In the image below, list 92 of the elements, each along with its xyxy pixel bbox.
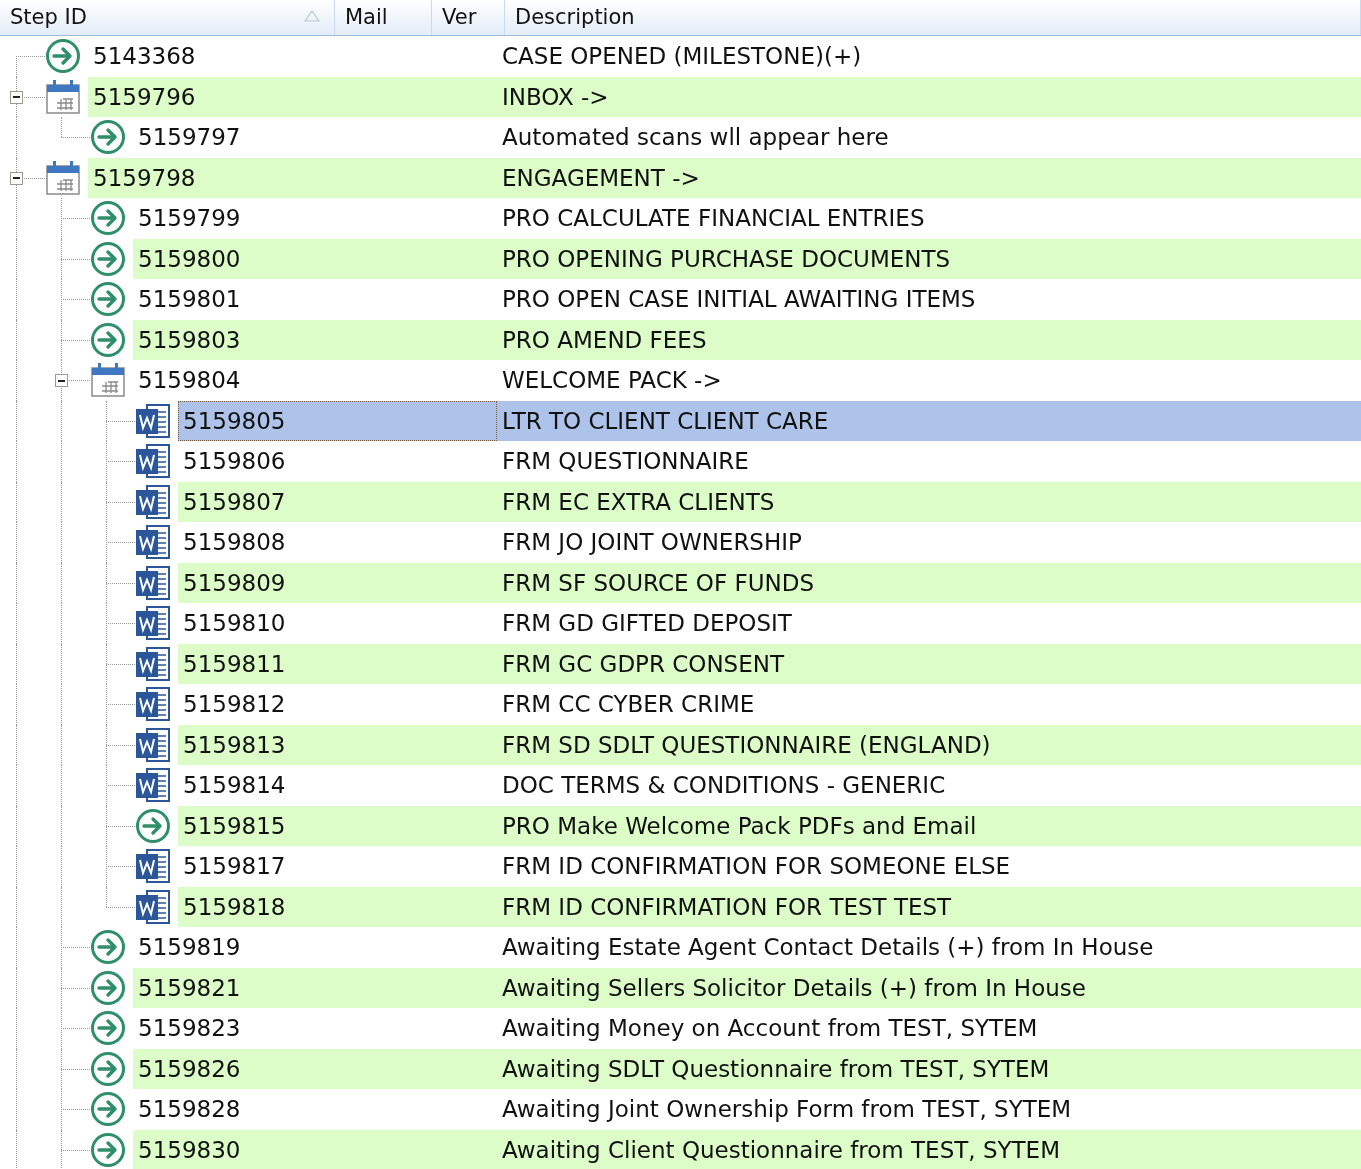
document-icon (135, 605, 171, 642)
calendar-icon (45, 159, 81, 196)
description-cell-text: Awaiting Money on Account from TEST, SYTEM (501, 1014, 1039, 1043)
step-id-cell[interactable]: 5159817 (178, 846, 497, 887)
description-cell-text: FRM JO JOINT OWNERSHIP (501, 528, 803, 557)
arrow-circle-icon (90, 200, 126, 237)
description-cell: FRM GC GDPR CONSENT (497, 643, 1361, 684)
document-icon (135, 402, 171, 439)
document-icon (135, 767, 171, 804)
description-cell: ENGAGEMENT -> (497, 157, 1361, 198)
step-id-cell[interactable]: 5159808 (178, 522, 497, 563)
arrow-circle-icon (90, 1091, 126, 1128)
description-cell-text: PRO OPEN CASE INITIAL AWAITING ITEMS (501, 285, 977, 314)
column-header[interactable]: Ver (432, 0, 505, 35)
column-header[interactable]: Step ID (0, 0, 335, 35)
step-id-cell[interactable]: 5159821 (133, 967, 497, 1008)
arrow-circle-icon (90, 240, 126, 277)
description-cell-text: DOC TERMS & CONDITIONS - GENERIC (501, 771, 947, 800)
step-id-cell[interactable]: 5159810 (178, 603, 497, 644)
step-id-cell[interactable]: 5159801 (133, 279, 497, 320)
step-id-cell[interactable]: 5159826 (133, 1048, 497, 1089)
description-cell: PRO AMEND FEES (497, 319, 1361, 360)
description-cell: FRM ID CONFIRMATION FOR TEST TEST (497, 886, 1361, 927)
step-id-cell[interactable]: 5159823 (133, 1008, 497, 1049)
step-id-cell[interactable]: 5143368 (88, 36, 497, 77)
description-cell: FRM SF SOURCE OF FUNDS (497, 562, 1361, 603)
document-icon (135, 524, 171, 561)
arrow-circle-icon (90, 929, 126, 966)
arrow-circle-icon (90, 1010, 126, 1047)
description-cell-text: Awaiting Estate Agent Contact Details (+) from In House (501, 933, 1155, 962)
document-icon (135, 483, 171, 520)
step-id-cell[interactable]: 5159806 (178, 441, 497, 482)
description-cell: PRO Make Welcome Pack PDFs and Email (497, 805, 1361, 846)
description-cell: FRM SD SDLT QUESTIONNAIRE (ENGLAND) (497, 724, 1361, 765)
description-cell-text: Automated scans wll appear here (501, 123, 890, 152)
step-id-cell[interactable]: 5159804 (133, 360, 497, 401)
description-cell-text: Awaiting Joint Ownership Form from TEST, SYTEM (501, 1095, 1073, 1124)
step-id-cell[interactable]: 5159797 (133, 117, 497, 158)
description-cell-text: FRM GD GIFTED DEPOSIT (501, 609, 793, 638)
document-icon (135, 564, 171, 601)
description-cell-text: FRM CC CYBER CRIME (501, 690, 756, 719)
step-id-cell[interactable]: 5159828 (133, 1089, 497, 1130)
step-id-cell[interactable]: 5159812 (178, 684, 497, 725)
step-id-cell[interactable]: 5159805 (178, 400, 497, 441)
step-id-cell[interactable]: 5159800 (133, 238, 497, 279)
description-cell-text: CASE OPENED (MILESTONE)(+) (501, 42, 863, 71)
step-id-cell[interactable]: 5159807 (178, 481, 497, 522)
step-id-cell[interactable]: 5159811 (178, 643, 497, 684)
arrow-circle-icon (90, 1050, 126, 1087)
step-id-cell[interactable]: 5159814 (178, 765, 497, 806)
arrow-circle-icon (90, 281, 126, 318)
document-icon (135, 848, 171, 885)
collapse-toggle[interactable] (10, 90, 23, 104)
arrow-circle-icon (135, 807, 171, 844)
step-id-cell[interactable]: 5159799 (133, 198, 497, 239)
step-id-cell[interactable]: 5159818 (178, 886, 497, 927)
description-cell: Awaiting Sellers Solicitor Details (+) from In House (497, 967, 1361, 1008)
arrow-circle-icon (45, 38, 81, 75)
description-cell: PRO OPENING PURCHASE DOCUMENTS (497, 238, 1361, 279)
document-icon (135, 443, 171, 480)
collapse-toggle[interactable] (10, 171, 23, 185)
step-id-cell[interactable]: 5159830 (133, 1129, 497, 1169)
description-cell: Awaiting SDLT Questionnaire from TEST, SYTEM (497, 1048, 1361, 1089)
collapse-toggle[interactable] (55, 374, 68, 388)
arrow-circle-icon (90, 321, 126, 358)
description-cell: Awaiting Client Questionnaire from TEST, SYTEM (497, 1129, 1361, 1169)
calendar-icon (90, 362, 126, 399)
description-cell-text: WELCOME PACK -> (501, 366, 723, 395)
arrow-circle-icon (90, 119, 126, 156)
document-icon (135, 645, 171, 682)
arrow-circle-icon (90, 1131, 126, 1168)
calendar-icon (45, 78, 81, 115)
step-id-cell[interactable]: 5159815 (178, 805, 497, 846)
description-cell: FRM EC EXTRA CLIENTS (497, 481, 1361, 522)
arrow-circle-icon (90, 969, 126, 1006)
step-id-cell[interactable]: 5159809 (178, 562, 497, 603)
column-header[interactable]: Mail (335, 0, 432, 35)
description-cell-text: FRM QUESTIONNAIRE (501, 447, 750, 476)
description-cell-text: PRO CALCULATE FINANCIAL ENTRIES (501, 204, 926, 233)
step-id-cell[interactable]: 5159803 (133, 319, 497, 360)
description-cell: INBOX -> (497, 76, 1361, 117)
column-header[interactable]: Description (505, 0, 1361, 35)
description-cell-text: FRM ID CONFIRMATION FOR SOMEONE ELSE (501, 852, 1012, 881)
step-id-cell[interactable]: 5159798 (88, 157, 497, 198)
step-id-cell[interactable]: 5159819 (133, 927, 497, 968)
sort-ascending-icon (304, 10, 320, 22)
document-icon (135, 888, 171, 925)
description-cell: LTR TO CLIENT CLIENT CARE (497, 400, 1361, 441)
document-icon (135, 686, 171, 723)
step-id-cell[interactable]: 5159813 (178, 724, 497, 765)
step-id-cell[interactable]: 5159796 (88, 76, 497, 117)
document-icon (135, 726, 171, 763)
